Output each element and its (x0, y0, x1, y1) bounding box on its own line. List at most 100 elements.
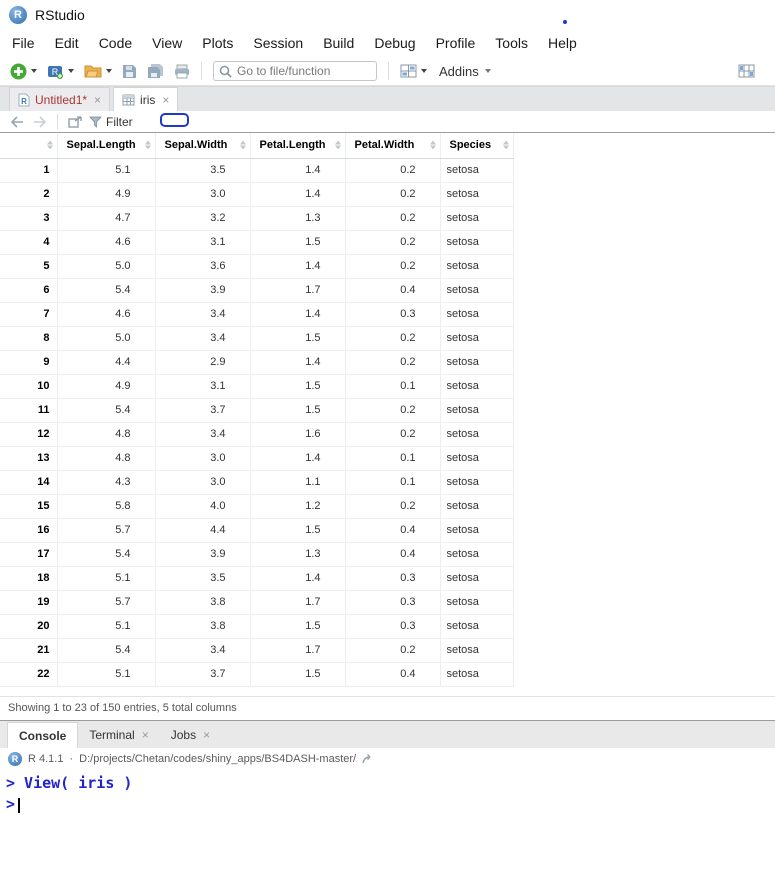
column-header-sepal-length[interactable]: Sepal.Length (57, 133, 156, 159)
sort-arrows-icon (239, 140, 246, 150)
cell-species: setosa (440, 446, 514, 471)
cell-value: 1.7 (250, 638, 346, 663)
sort-arrows-icon (502, 140, 509, 150)
cell-value: 1.5 (250, 614, 346, 639)
column-header-species[interactable]: Species (440, 133, 514, 159)
cell-species: setosa (440, 590, 514, 615)
cell-value: 1.5 (250, 374, 346, 399)
cell-value: 4.4 (57, 350, 156, 375)
close-icon[interactable]: × (203, 729, 210, 741)
row-number: 2 (0, 182, 58, 207)
menu-item-build[interactable]: Build (313, 30, 364, 57)
table-row: 7 4.6 3.4 1.4 0.3 setosa (0, 302, 514, 327)
menu-item-profile[interactable]: Profile (426, 30, 486, 57)
back-arrow-icon (10, 115, 23, 128)
cell-value: 1.4 (250, 158, 346, 183)
addins-dropdown[interactable]: Addins (433, 62, 497, 81)
cell-species: setosa (440, 614, 514, 639)
menu-item-view[interactable]: View (142, 30, 192, 57)
chevron-down-icon (31, 69, 37, 73)
console-output[interactable]: > View( iris ) > (0, 770, 775, 815)
menu-item-edit[interactable]: Edit (45, 30, 89, 57)
working-directory[interactable]: D:/projects/Chetan/codes/shiny_apps/BS4D… (79, 753, 356, 765)
cell-species: setosa (440, 326, 514, 351)
menu-item-help[interactable]: Help (538, 30, 587, 57)
tab-label: Jobs (170, 728, 197, 742)
close-icon[interactable]: × (162, 94, 169, 106)
print-button[interactable] (170, 62, 194, 81)
cell-value: 5.8 (57, 494, 156, 519)
row-number: 3 (0, 206, 58, 231)
cell-species: setosa (440, 542, 514, 567)
goto-file-input[interactable] (237, 64, 371, 78)
open-file-button[interactable] (80, 62, 116, 80)
cell-value: 5.7 (57, 590, 156, 615)
forward-button[interactable] (32, 115, 47, 128)
table-row: 1 5.1 3.5 1.4 0.2 setosa (0, 158, 514, 183)
column-header-petal-width[interactable]: Petal.Width (345, 133, 441, 159)
tab-console[interactable]: Console (7, 722, 79, 748)
tab-jobs[interactable]: Jobs × (160, 722, 221, 748)
cell-value: 0.1 (345, 446, 441, 471)
cell-value: 5.1 (57, 614, 156, 639)
goto-directory-icon[interactable] (362, 753, 375, 765)
workspace-panes-button[interactable] (396, 62, 431, 80)
cell-value: 5.1 (57, 662, 156, 687)
row-number-header[interactable] (0, 133, 58, 159)
cell-value: 3.1 (155, 374, 251, 399)
column-header-sepal-width[interactable]: Sepal.Width (155, 133, 251, 159)
cell-value: 0.2 (345, 422, 441, 447)
close-icon[interactable]: × (94, 94, 101, 106)
filter-funnel-icon (89, 116, 102, 128)
row-number: 9 (0, 350, 58, 375)
new-project-button[interactable]: R (43, 61, 78, 81)
console-tab-bar: Console Terminal × Jobs × (0, 721, 775, 748)
open-folder-icon (84, 65, 102, 78)
cell-value: 0.2 (345, 230, 441, 255)
menu-item-code[interactable]: Code (89, 30, 142, 57)
cell-species: setosa (440, 278, 514, 303)
menu-item-plots[interactable]: Plots (192, 30, 243, 57)
table-status-bar: Showing 1 to 23 of 150 entries, 5 total … (0, 696, 775, 720)
annotation-rectangle (160, 113, 189, 127)
menu-item-file[interactable]: File (2, 30, 45, 57)
annotation-dot (563, 20, 567, 24)
cell-value: 1.4 (250, 350, 346, 375)
row-number: 19 (0, 590, 58, 615)
save-button[interactable] (118, 62, 141, 81)
menu-item-debug[interactable]: Debug (364, 30, 425, 57)
editor-tab-bar: R Untitled1* × iris × (0, 86, 775, 111)
close-icon[interactable]: × (142, 729, 149, 741)
forward-arrow-icon (34, 115, 47, 128)
sort-arrows-icon (144, 140, 151, 150)
cell-value: 1.4 (250, 182, 346, 207)
cell-value: 2.9 (155, 350, 251, 375)
open-in-new-window-button[interactable] (68, 115, 82, 128)
cell-value: 4.9 (57, 374, 156, 399)
cell-value: 1.7 (250, 278, 346, 303)
back-button[interactable] (10, 115, 25, 128)
row-number: 10 (0, 374, 58, 399)
pane-layout-button[interactable] (734, 62, 759, 80)
new-file-button[interactable] (6, 61, 41, 82)
filter-button[interactable]: Filter (89, 115, 133, 129)
cell-value: 0.2 (345, 326, 441, 351)
tab-terminal[interactable]: Terminal × (78, 722, 159, 748)
menu-item-tools[interactable]: Tools (485, 30, 538, 57)
cell-value: 5.1 (57, 566, 156, 591)
menu-item-session[interactable]: Session (243, 30, 313, 57)
cell-value: 0.2 (345, 638, 441, 663)
chevron-down-icon (484, 69, 491, 73)
tab-iris[interactable]: iris × (113, 87, 179, 111)
cell-value: 4.3 (57, 470, 156, 495)
cell-value: 3.4 (155, 302, 251, 327)
filter-label: Filter (106, 114, 133, 129)
table-row: 11 5.4 3.7 1.5 0.2 setosa (0, 398, 514, 423)
save-all-button[interactable] (143, 61, 168, 81)
column-header-petal-length[interactable]: Petal.Length (250, 133, 346, 159)
cell-value: 1.3 (250, 206, 346, 231)
entries-summary: Showing 1 to 23 of 150 entries, 5 total … (8, 702, 237, 714)
row-number: 20 (0, 614, 58, 639)
goto-file-box[interactable] (213, 61, 377, 81)
tab-untitled1[interactable]: R Untitled1* × (9, 87, 111, 111)
